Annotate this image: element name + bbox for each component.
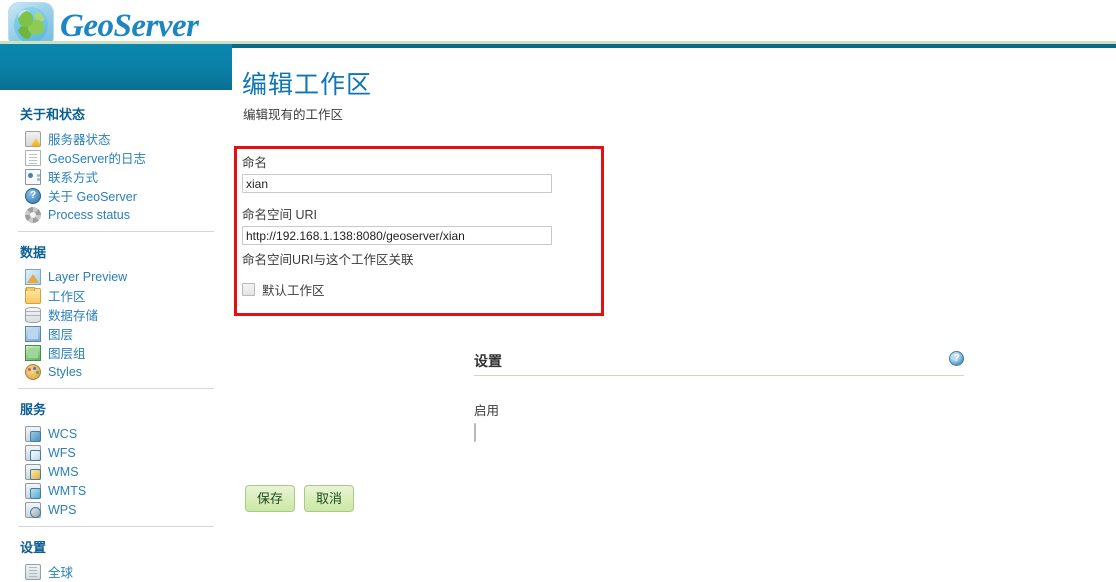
default-workspace-row[interactable]: 默认工作区 <box>242 280 614 299</box>
page-title: 编辑工作区 <box>242 71 373 99</box>
sidebar-item-label: WCS <box>48 426 78 441</box>
sidebar-item-workspaces[interactable]: 工作区 <box>0 286 232 305</box>
sidebar-item-label: 工作区 <box>48 290 86 304</box>
gear-icon <box>25 206 41 223</box>
uri-field-label: 命名空间 URI <box>242 208 318 222</box>
layer-icon <box>25 325 41 342</box>
sidebar-item-wmts[interactable]: WMTS <box>0 481 232 500</box>
wmts-icon <box>25 482 41 499</box>
workspace-name-input[interactable] <box>242 174 552 193</box>
sidebar: 关于和状态 服务器状态 GeoServer的日志 联系方式 关于 GeoServ… <box>0 90 232 582</box>
sidebar-item-label: Process status <box>48 207 130 222</box>
sidebar-group-services: 服务 WCS WFS WMS WMTS WPS <box>0 391 232 519</box>
uri-hint-text: 命名空间URI与这个工作区关联 <box>242 253 414 267</box>
sidebar-item-contact[interactable]: 联系方式 <box>0 167 232 186</box>
sidebar-item-label: 数据存储 <box>48 309 99 323</box>
sidebar-group-title: 服务 <box>20 402 47 417</box>
name-field-label: 命名 <box>242 156 268 170</box>
sidebar-item-label: 图层组 <box>48 347 86 361</box>
sidebar-item-process-status[interactable]: Process status <box>0 205 232 224</box>
main-content: 编辑工作区 编辑现有的工作区 命名 命名空间 URI 命名空间URI与这个工作区… <box>232 48 1116 582</box>
datastore-icon <box>25 306 41 323</box>
layer-group-icon <box>25 344 41 361</box>
settings-body: 启用 <box>474 376 964 442</box>
sidebar-item-layer-preview[interactable]: Layer Preview <box>0 267 232 286</box>
sidebar-top-bar <box>0 44 232 90</box>
default-workspace-label: 默认工作区 <box>262 284 325 298</box>
sidebar-group-title: 设置 <box>20 540 47 555</box>
sidebar-item-label: WFS <box>48 445 76 460</box>
sidebar-item-wfs[interactable]: WFS <box>0 443 232 462</box>
sidebar-item-datastores[interactable]: 数据存储 <box>0 305 232 324</box>
settings-section: 设置 启用 <box>474 351 964 442</box>
about-info-icon <box>25 187 41 204</box>
document-icon <box>25 149 41 166</box>
help-icon[interactable] <box>949 351 964 366</box>
sidebar-item-styles[interactable]: Styles <box>0 362 232 381</box>
sidebar-item-about-geoserver[interactable]: 关于 GeoServer <box>0 186 232 205</box>
sidebar-item-layers[interactable]: 图层 <box>0 324 232 343</box>
sidebar-item-label: 联系方式 <box>48 171 99 185</box>
save-button[interactable]: 保存 <box>245 485 296 512</box>
enable-label: 启用 <box>474 404 500 418</box>
sidebar-group-about: 关于和状态 服务器状态 GeoServer的日志 联系方式 关于 GeoServ… <box>0 96 232 224</box>
namespace-uri-input[interactable] <box>242 226 552 245</box>
palette-icon <box>25 363 41 380</box>
sidebar-item-label: Styles <box>48 364 83 379</box>
settings-heading: 设置 <box>474 353 502 369</box>
sidebar-item-logs[interactable]: GeoServer的日志 <box>0 148 232 167</box>
contact-card-icon <box>25 168 41 185</box>
sidebar-group-settings: 设置 全球 JAI 覆盖率访问 <box>0 529 232 582</box>
sidebar-group-data: 数据 Layer Preview 工作区 数据存储 图层 图层组 Styles <box>0 234 232 381</box>
sidebar-divider <box>18 526 214 527</box>
sidebar-item-global[interactable]: 全球 <box>0 562 232 581</box>
sidebar-divider <box>18 231 214 232</box>
sidebar-divider <box>18 388 214 389</box>
page-subtitle: 编辑现有的工作区 <box>243 108 344 122</box>
workspace-form: 命名 命名空间 URI 命名空间URI与这个工作区关联 默认工作区 <box>242 152 614 299</box>
logo-text: GeoServer <box>60 7 199 44</box>
sidebar-item-layer-groups[interactable]: 图层组 <box>0 343 232 362</box>
sidebar-group-title: 数据 <box>20 245 47 260</box>
sidebar-group-title: 关于和状态 <box>20 107 86 122</box>
sidebar-item-wps[interactable]: WPS <box>0 500 232 519</box>
sidebar-item-label: GeoServer的日志 <box>48 152 146 166</box>
default-workspace-checkbox[interactable] <box>242 283 255 296</box>
sidebar-item-server-status[interactable]: 服务器状态 <box>0 129 232 148</box>
sidebar-item-label: WPS <box>48 502 77 517</box>
sidebar-item-label: 关于 GeoServer <box>48 190 137 204</box>
sidebar-item-label: 全球 <box>48 566 74 580</box>
sidebar-item-label: WMTS <box>48 483 87 498</box>
sidebar-item-label: 图层 <box>48 328 74 342</box>
settings-heading-row: 设置 <box>474 351 964 376</box>
sidebar-item-label: Layer Preview <box>48 269 128 284</box>
wfs-icon <box>25 444 41 461</box>
global-settings-icon <box>25 563 41 580</box>
wms-icon <box>25 463 41 480</box>
cancel-button[interactable]: 取消 <box>304 485 355 512</box>
folder-icon <box>25 286 41 304</box>
enable-checkbox[interactable] <box>474 423 476 442</box>
layer-preview-icon <box>25 268 41 285</box>
sidebar-item-wcs[interactable]: WCS <box>0 424 232 443</box>
sidebar-item-label: WMS <box>48 464 79 479</box>
wcs-icon <box>25 425 41 442</box>
sidebar-item-label: 服务器状态 <box>48 133 111 147</box>
sidebar-item-wms[interactable]: WMS <box>0 462 232 481</box>
server-status-icon <box>25 130 41 147</box>
form-actions: 保存 取消 <box>245 485 355 512</box>
app-root: GeoServer 关于和状态 服务器状态 GeoServer的日志 联系方式 … <box>0 0 1116 582</box>
wps-icon <box>25 501 41 518</box>
